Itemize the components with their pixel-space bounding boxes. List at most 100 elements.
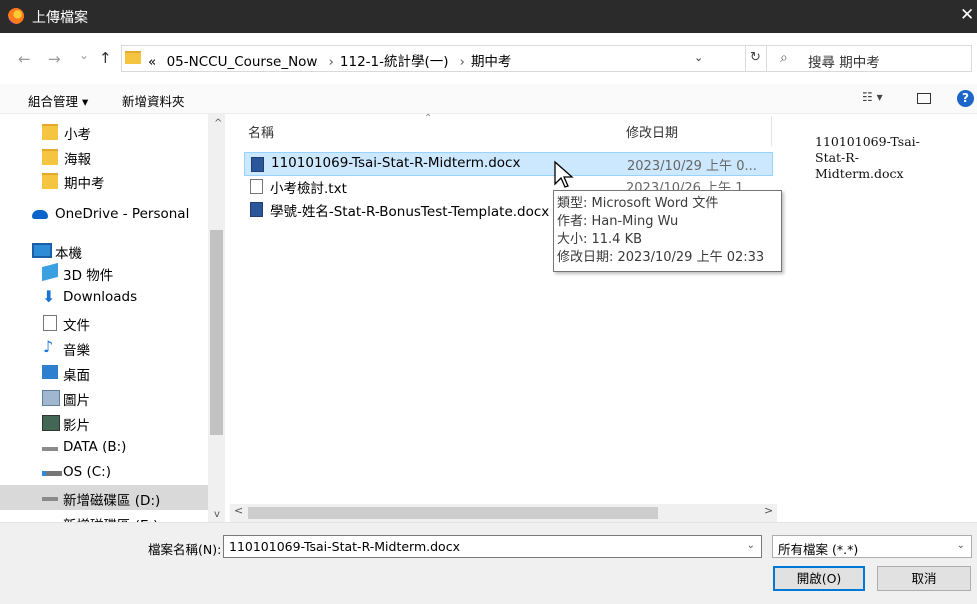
- mouse-cursor-icon: [554, 160, 574, 188]
- sort-indicator-icon: ⌃: [424, 113, 433, 124]
- sidebar-item-documents[interactable]: 文件: [0, 310, 208, 335]
- videos-icon: [42, 415, 60, 431]
- sidebar-item-label: 桌面: [63, 368, 90, 384]
- recent-locations-chevron-icon[interactable]: ⌄: [79, 48, 89, 62]
- filename-value: 110101069-Tsai-Stat-R-Midterm.docx: [229, 539, 460, 554]
- sidebar-item-label: 影片: [63, 418, 90, 434]
- address-bar[interactable]: « 05-NCCU_Course_Now › 112-1-統計學(一) › 期中考 ⌄: [121, 45, 746, 72]
- help-icon[interactable]: ?: [957, 90, 974, 107]
- file-name: 小考檢討.txt: [270, 181, 347, 197]
- cloud-icon: [32, 210, 48, 219]
- file-date: 2023/10/29 上午 0...: [627, 159, 757, 174]
- drive-icon: [42, 497, 58, 501]
- view-options-icon[interactable]: ☷ ▾: [862, 90, 883, 104]
- filename-label: 檔案名稱(N):: [148, 542, 222, 557]
- back-arrow-icon[interactable]: ←: [18, 50, 31, 68]
- preview-pane-text: 110101069-Tsai-Stat-R-Midterm.docx: [815, 134, 920, 181]
- sidebar-item-drive-e[interactable]: 新增磁碟區 (E:): [0, 510, 208, 522]
- sidebar-item-label: 小考: [64, 127, 91, 143]
- cancel-button[interactable]: 取消: [877, 566, 971, 591]
- sidebar-item-label: 3D 物件: [63, 268, 114, 284]
- sidebar-item-3d-objects[interactable]: 3D 物件: [0, 260, 208, 285]
- breadcrumb-overflow[interactable]: «: [148, 54, 156, 70]
- search-placeholder: 搜尋 期中考: [808, 55, 880, 71]
- search-icon: ⌕: [780, 50, 788, 66]
- file-row[interactable]: 110101069-Tsai-Stat-R-Midterm.docx 2023/…: [244, 152, 773, 176]
- os-drive-icon: [42, 471, 62, 476]
- column-divider[interactable]: [771, 116, 772, 146]
- forward-arrow-icon[interactable]: →: [48, 50, 61, 68]
- address-dropdown-icon[interactable]: ⌄: [694, 51, 703, 64]
- firefox-logo-icon: [8, 8, 24, 24]
- sidebar-item-drive-c[interactable]: OS (C:): [0, 460, 208, 485]
- pictures-icon: [42, 390, 60, 406]
- folder-icon: [42, 173, 58, 189]
- new-folder-button[interactable]: 新增資料夾: [122, 91, 185, 110]
- sidebar-scrollbar-thumb[interactable]: [210, 230, 223, 435]
- chevron-down-icon[interactable]: ⌄: [747, 540, 755, 551]
- pc-icon: [32, 243, 52, 258]
- download-icon: ⬇: [42, 287, 56, 306]
- sidebar-item-midterm[interactable]: 期中考: [0, 168, 208, 193]
- search-input[interactable]: ⌕ 搜尋 期中考: [766, 45, 972, 72]
- window-title: 上傳檔案: [32, 10, 88, 26]
- music-icon: ♪: [43, 337, 54, 356]
- sidebar-item-label: 新增磁碟區 (D:): [63, 493, 161, 509]
- filetype-select[interactable]: 所有檔案 (*.*) ⌄: [772, 535, 972, 558]
- sidebar-item-quiz[interactable]: 小考: [0, 119, 208, 144]
- sidebar-item-videos[interactable]: 影片: [0, 410, 208, 435]
- command-bar: 組合管理 ▾ 新增資料夾 ☷ ▾ ?: [0, 84, 977, 114]
- sidebar-item-label: OneDrive - Personal: [55, 206, 190, 222]
- filename-input[interactable]: 110101069-Tsai-Stat-R-Midterm.docx ⌄: [223, 535, 762, 558]
- horizontal-scrollbar-thumb[interactable]: [248, 507, 658, 519]
- sidebar-item-label: 音樂: [63, 343, 90, 359]
- navigation-pane: 小考 海報 期中考 OneDrive - Personal 本機 3D 物件 ⬇…: [0, 114, 230, 522]
- sidebar-item-label: DATA (B:): [63, 439, 127, 455]
- chevron-down-icon[interactable]: ⌄: [957, 540, 965, 551]
- drive-icon: [42, 447, 58, 451]
- sidebar-item-label: Downloads: [63, 289, 138, 305]
- column-header-name[interactable]: 名稱: [248, 122, 274, 141]
- breadcrumb-item[interactable]: 05-NCCU_Course_Now: [167, 54, 318, 70]
- scroll-left-icon[interactable]: <: [234, 504, 243, 517]
- filetype-value: 所有檔案 (*.*): [778, 542, 859, 557]
- tooltip-author: 作者: Han-Ming Wu: [557, 214, 679, 229]
- tooltip-type: 類型: Microsoft Word 文件: [557, 196, 719, 211]
- folder-icon: [125, 51, 141, 64]
- scroll-up-icon[interactable]: ^: [214, 118, 222, 129]
- sidebar-item-music[interactable]: ♪ 音樂: [0, 335, 208, 360]
- sidebar-item-desktop[interactable]: 桌面: [0, 360, 208, 385]
- sidebar-item-pictures[interactable]: 圖片: [0, 385, 208, 410]
- sidebar-item-downloads[interactable]: ⬇ Downloads: [0, 285, 208, 310]
- organize-button[interactable]: 組合管理 ▾: [28, 91, 88, 110]
- sidebar-item-label: 新增磁碟區 (E:): [63, 514, 158, 522]
- refresh-button[interactable]: ↻: [746, 45, 767, 72]
- sidebar-item-drive-d[interactable]: 新增磁碟區 (D:): [0, 485, 208, 510]
- scroll-down-icon[interactable]: v: [214, 509, 220, 520]
- sidebar-item-poster[interactable]: 海報: [0, 144, 208, 169]
- close-icon[interactable]: ✕: [960, 5, 974, 25]
- breadcrumb-separator-icon[interactable]: ›: [328, 54, 333, 70]
- document-icon: [43, 315, 57, 331]
- up-arrow-icon[interactable]: ↑: [99, 49, 112, 67]
- sidebar-item-label: 圖片: [63, 393, 90, 409]
- file-name: 110101069-Tsai-Stat-R-Midterm.docx: [271, 155, 521, 171]
- tooltip-modified: 修改日期: 2023/10/29 上午 02:33: [557, 250, 765, 265]
- sidebar-item-onedrive[interactable]: OneDrive - Personal: [0, 202, 208, 227]
- word-document-icon: [250, 202, 263, 217]
- 3d-objects-icon: [42, 262, 58, 282]
- desktop-icon: [42, 365, 58, 379]
- open-button[interactable]: 開啟(O): [773, 566, 865, 591]
- breadcrumb: « 05-NCCU_Course_Now › 112-1-統計學(一) › 期中考: [148, 50, 517, 70]
- preview-pane-icon[interactable]: [917, 93, 931, 104]
- sidebar-item-drive-b[interactable]: DATA (B:): [0, 435, 208, 460]
- folder-icon: [42, 149, 58, 165]
- breadcrumb-item[interactable]: 期中考: [471, 54, 512, 70]
- file-name: 學號-姓名-Stat-R-BonusTest-Template.docx: [270, 204, 550, 220]
- breadcrumb-item[interactable]: 112-1-統計學(一): [340, 54, 449, 70]
- tooltip-size: 大小: 11.4 KB: [557, 232, 643, 247]
- column-header-date[interactable]: 修改日期: [626, 122, 678, 141]
- word-document-icon: [251, 157, 264, 172]
- breadcrumb-separator-icon[interactable]: ›: [460, 54, 465, 70]
- scroll-right-icon[interactable]: >: [764, 504, 773, 517]
